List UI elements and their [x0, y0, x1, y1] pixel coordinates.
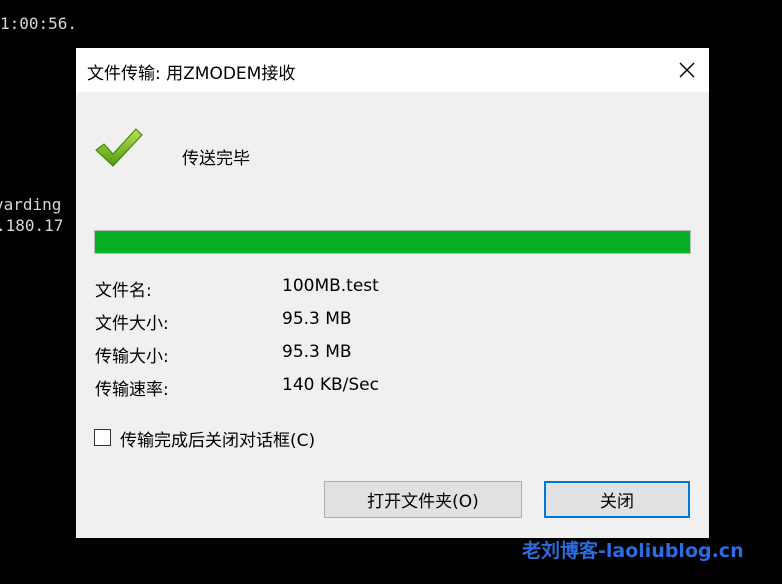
file-size-value: 95.3 MB — [282, 309, 352, 329]
transfer-rate-label: 传输速率: — [95, 380, 169, 400]
green-checkmark-icon — [94, 126, 144, 170]
close-button[interactable]: 关闭 — [544, 481, 690, 518]
auto-close-label[interactable]: 传输完成后关闭对话框(C) — [120, 426, 315, 451]
transfer-rate-value: 140 KB/Sec — [282, 375, 379, 395]
transferred-size-value: 95.3 MB — [282, 342, 352, 362]
terminal-line: .180.17 — [0, 216, 64, 235]
zmodem-transfer-dialog: 文件传输: 用ZMODEM接收 传送完毕 文件名: 100MB.test 文件大… — [76, 48, 709, 538]
status-text: 传送完毕 — [182, 149, 250, 169]
transferred-size-label: 传输大小: — [95, 347, 169, 367]
progress-fill — [95, 231, 690, 253]
dialog-titlebar: 文件传输: 用ZMODEM接收 — [76, 48, 709, 92]
filename-label: 文件名: — [95, 281, 152, 301]
filename-value: 100MB.test — [282, 276, 379, 296]
terminal-line: 1:00:56. — [0, 14, 78, 33]
terminal-line: varding — [0, 195, 62, 214]
watermark: 老刘博客-laoliublog.cn — [522, 540, 744, 562]
progress-bar — [94, 230, 691, 254]
open-folder-button[interactable]: 打开文件夹(O) — [324, 481, 522, 518]
dialog-title: 文件传输: 用ZMODEM接收 — [87, 64, 296, 84]
file-size-label: 文件大小: — [95, 314, 169, 334]
close-icon[interactable] — [671, 54, 703, 86]
auto-close-checkbox[interactable] — [94, 429, 111, 446]
